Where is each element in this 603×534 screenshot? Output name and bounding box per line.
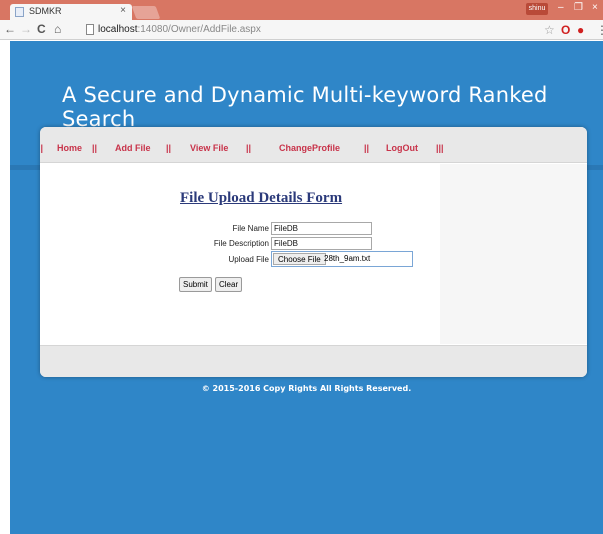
forward-icon[interactable]: → [20,22,32,36]
restore-icon[interactable]: ❐ [574,2,583,13]
nav-view-file[interactable]: View File [190,143,228,153]
back-icon[interactable]: ← [4,22,16,36]
nav-menu: || Home || Add File || View File || Chan… [40,127,587,163]
menu-icon[interactable]: ⋮ [596,23,603,37]
main-container: || Home || Add File || View File || Chan… [40,127,587,377]
address-bar[interactable]: localhost:14080/Owner/AddFile.aspx [84,22,534,38]
chosen-file-name: 28th_9am.txt [324,254,371,263]
nav-add-file[interactable]: Add File [115,143,151,153]
new-tab-button[interactable] [131,6,161,19]
menu-separator: || [40,143,44,153]
submit-button[interactable]: Submit [179,277,212,292]
page-body: A Secure and Dynamic Multi-keyword Ranke… [10,41,603,534]
profile-badge[interactable]: shinu [526,3,548,15]
file-name-input[interactable]: FileDB [271,222,372,235]
minimize-icon[interactable]: – [558,2,564,13]
reload-icon[interactable]: C [37,22,46,36]
form-panel: File Upload Details Form File Name FileD… [40,164,440,344]
menu-separator: ||| [436,143,444,153]
browser-toolbar: ← → C ⌂ localhost:14080/Owner/AddFile.as… [0,20,603,40]
home-icon[interactable]: ⌂ [54,22,61,36]
sidebar-panel [440,164,587,344]
menu-separator: || [246,143,252,153]
adblock-icon[interactable]: ● [577,23,584,37]
file-name-label: File Name [232,224,269,233]
file-upload-input[interactable]: Choose File 28th_9am.txt [271,251,413,267]
browser-tab-bar: SDMKR × shinu – ❐ × [0,0,603,20]
close-window-icon[interactable]: × [592,2,598,13]
site-title: A Secure and Dynamic Multi-keyword Ranke… [62,83,548,131]
url-text: localhost:14080/Owner/AddFile.aspx [98,24,261,35]
file-description-input[interactable]: FileDB [271,237,372,250]
choose-file-button[interactable]: Choose File [273,253,326,265]
opera-icon[interactable]: O [561,23,570,37]
file-description-label: File Description [213,239,269,248]
page-icon [86,24,94,35]
container-footer [40,345,587,377]
nav-change-profile[interactable]: ChangeProfile [279,143,340,153]
clear-button[interactable]: Clear [215,277,243,292]
browser-tab[interactable]: SDMKR × [10,4,132,20]
star-icon[interactable]: ☆ [544,23,555,37]
copyright-text: © 2015-2016 Copy Rights All Rights Reser… [201,384,412,393]
form-title: File Upload Details Form [180,190,343,206]
nav-home[interactable]: Home [57,143,82,153]
menu-separator: || [92,143,98,153]
page-favicon-icon [15,7,24,17]
upload-file-label: Upload File [228,255,269,264]
tab-title: SDMKR [29,6,62,16]
menu-separator: || [166,143,172,153]
nav-logout[interactable]: LogOut [386,143,418,153]
menu-separator: || [364,143,370,153]
tab-close-icon[interactable]: × [120,5,126,16]
